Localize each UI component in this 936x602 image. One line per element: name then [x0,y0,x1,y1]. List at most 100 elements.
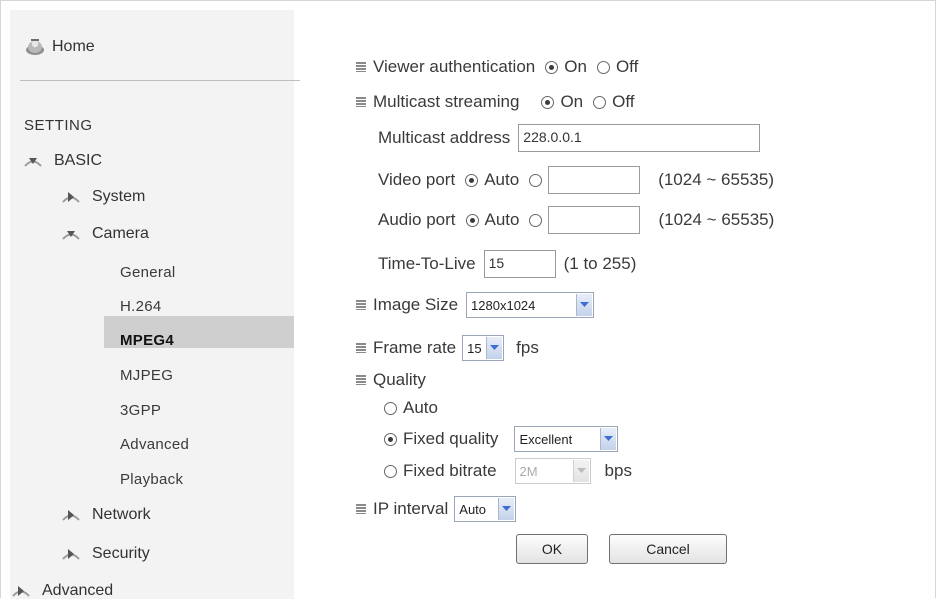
multicast-on-radio[interactable] [541,95,555,109]
sidebar: Home SETTING BASIC System Camera General… [10,10,300,599]
audio-port-custom-radio[interactable] [529,213,543,227]
quality-row: Quality [356,370,426,390]
video-port-range: (1024 ~ 65535) [658,170,774,189]
image-size-label: Image Size [373,295,459,314]
bullet-icon [356,300,366,310]
multicast-address-input[interactable]: 228.0.0.1 [518,124,761,152]
sidebar-divider [20,80,300,81]
multicast-row: Multicast streaming On Off [356,92,635,112]
ttl-row: Time-To-Live 15 (1 to 255) [378,250,636,278]
quality-fixed-row: Fixed quality Excellent [374,426,619,452]
sidebar-sub-general[interactable]: General [120,264,175,281]
cancel-button[interactable]: Cancel [609,534,727,564]
frame-rate-unit: fps [516,338,539,357]
ttl-input[interactable]: 15 [483,250,556,278]
chevron-down-icon [24,158,42,167]
sidebar-item-basic-label: BASIC [54,152,103,169]
sidebar-sub-h264[interactable]: H.264 [120,298,162,315]
video-port-custom-radio[interactable] [529,173,543,187]
ttl-range: (1 to 255) [563,254,637,273]
fixed-bitrate-select[interactable]: 2M [514,458,591,484]
bullet-icon [356,504,366,514]
chevron-down-icon [62,231,80,240]
bullet-icon [356,62,366,72]
sidebar-home-link[interactable]: Home [24,38,95,56]
dropdown-arrow-icon [572,460,589,482]
multicast-off-label: Off [612,92,635,111]
audio-port-auto-label: Auto [484,210,520,229]
chevron-right-icon [62,192,80,203]
quality-auto-label: Auto [403,398,438,417]
video-port-auto-label: Auto [484,170,520,189]
quality-bitrate-radio[interactable] [384,464,397,478]
sidebar-sub-mjpeg[interactable]: MJPEG [120,367,173,384]
image-size-value: 1280x1024 [471,297,536,313]
multicast-off-radio[interactable] [593,95,607,109]
sidebar-sub-playback[interactable]: Playback [120,471,183,488]
frame-rate-select[interactable]: 15 [462,335,505,361]
viewer-auth-on-radio[interactable] [545,60,559,74]
multicast-address-row: Multicast address 228.0.0.1 [378,124,761,152]
bullet-icon [356,97,366,107]
quality-auto-radio[interactable] [384,401,397,415]
sidebar-item-system[interactable]: System [62,186,145,208]
video-port-row: Video port Auto (1024 ~ 65535) [378,166,774,194]
frame-rate-label: Frame rate [373,338,457,357]
sidebar-item-network-label: Network [92,506,151,523]
sidebar-item-security[interactable]: Security [62,543,150,565]
viewer-auth-off-radio[interactable] [596,60,610,74]
bullet-icon [356,375,366,385]
quality-auto-row: Auto [374,398,438,418]
bitrate-unit: bps [604,461,632,480]
sidebar-item-camera[interactable]: Camera [62,223,149,245]
home-icon [24,38,46,56]
audio-port-label: Audio port [378,210,456,229]
quality-fixed-label: Fixed quality [403,429,499,448]
ip-interval-row: IP interval Auto [356,496,517,522]
ip-interval-value: Auto [459,501,487,517]
quality-bitrate-label: Fixed bitrate [403,461,497,480]
video-port-input[interactable] [548,166,641,194]
ip-interval-label: IP interval [373,499,449,518]
ok-button[interactable]: OK [516,534,588,564]
frame-rate-row: Frame rate 15 fps [356,335,539,361]
quality-label: Quality [373,370,426,389]
sidebar-item-basic[interactable]: BASIC [24,150,102,172]
multicast-address-label: Multicast address [378,128,511,147]
multicast-label: Multicast streaming [373,92,520,111]
image-size-select[interactable]: 1280x1024 [466,292,595,318]
sidebar-item-camera-label: Camera [92,225,149,242]
quality-fixed-radio[interactable] [384,432,397,446]
viewer-auth-off-label: Off [615,57,639,76]
sidebar-sub-advanced[interactable]: Advanced [120,436,189,453]
chevron-right-icon [62,510,80,521]
chevron-right-icon [12,586,30,597]
ip-interval-select[interactable]: Auto [454,496,517,522]
dropdown-arrow-icon [498,498,515,520]
sidebar-sub-3gpp[interactable]: 3GPP [120,402,161,419]
video-port-label: Video port [378,170,456,189]
fixed-quality-value: Excellent [519,431,573,447]
dropdown-arrow-icon [600,428,617,450]
fixed-quality-select[interactable]: Excellent [514,426,619,452]
frame-rate-value: 15 [467,340,482,356]
video-port-auto-radio[interactable] [465,173,479,187]
ttl-label: Time-To-Live [378,254,476,273]
multicast-on-label: On [560,92,584,111]
sidebar-home-label: Home [52,38,95,55]
chevron-right-icon [62,549,80,560]
sidebar-heading-setting: SETTING [24,117,93,134]
sidebar-item-network[interactable]: Network [62,504,151,526]
quality-bitrate-row: Fixed bitrate 2M bps [374,458,632,484]
audio-port-range: (1024 ~ 65535) [658,210,775,229]
sidebar-item-security-label: Security [92,545,150,562]
audio-port-auto-radio[interactable] [465,213,479,227]
sidebar-sub-mpeg4[interactable]: MPEG4 [120,332,174,349]
sidebar-item-advanced-label: Advanced [42,582,114,599]
viewer-auth-row: Viewer authentication On Off [356,57,638,77]
dropdown-arrow-icon [486,337,503,359]
viewer-auth-on-label: On [564,57,587,76]
image-size-row: Image Size 1280x1024 [356,292,595,318]
audio-port-input[interactable] [548,206,641,234]
viewer-auth-label: Viewer authentication [373,57,536,76]
